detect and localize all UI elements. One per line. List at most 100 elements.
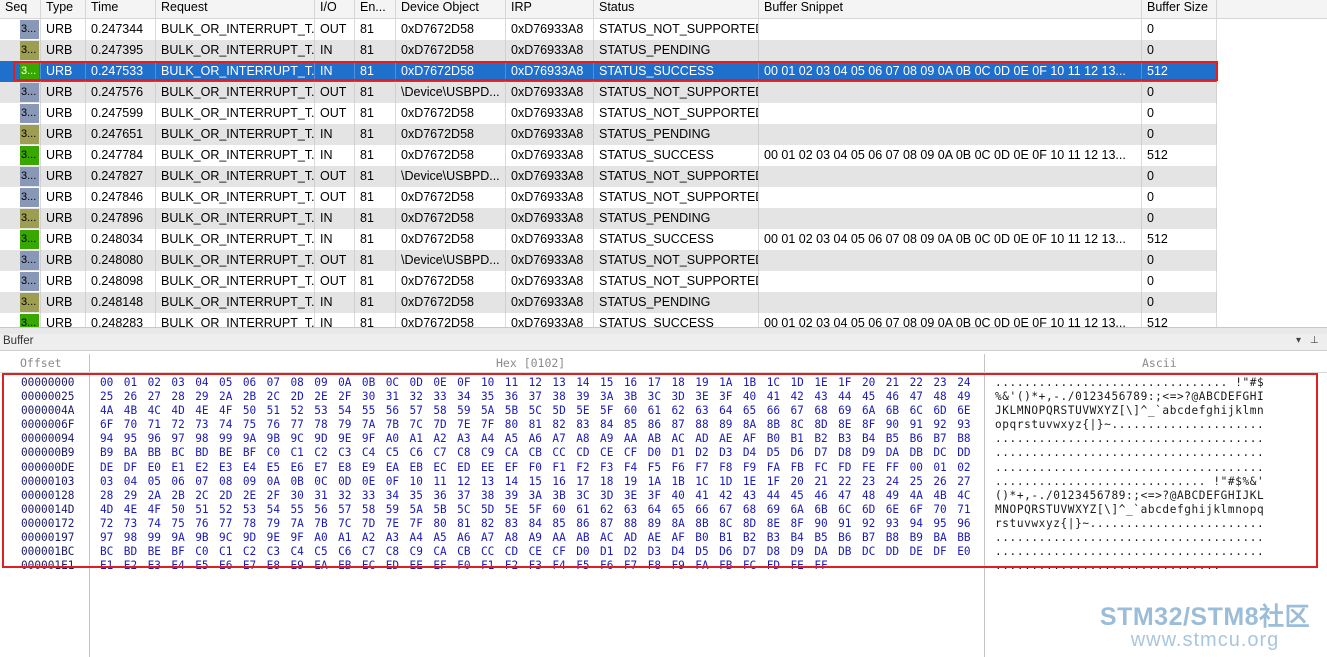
hex-byte[interactable]: 52 xyxy=(290,404,303,418)
hex-byte[interactable]: AE xyxy=(648,531,661,545)
hex-byte[interactable]: 8E xyxy=(767,517,780,531)
hex-byte[interactable]: F8 xyxy=(648,559,661,573)
hex-byte[interactable]: 4F xyxy=(219,404,232,418)
hex-byte[interactable]: D4 xyxy=(743,446,756,460)
hex-byte[interactable]: 79 xyxy=(267,517,280,531)
hex-byte[interactable]: D0 xyxy=(648,446,661,460)
hex-byte[interactable]: 41 xyxy=(695,489,708,503)
hex-byte[interactable]: 3B xyxy=(624,390,637,404)
hex-byte[interactable]: 50 xyxy=(171,503,184,517)
hex-byte[interactable]: 9A xyxy=(171,531,184,545)
hex-byte[interactable]: B6 xyxy=(910,432,923,446)
hex-byte[interactable]: 7B xyxy=(314,517,327,531)
hex-byte[interactable]: E8 xyxy=(338,461,351,475)
hex-byte[interactable]: 4C xyxy=(148,404,161,418)
hex-byte[interactable]: 6D xyxy=(933,404,946,418)
hex-byte[interactable]: FE xyxy=(862,461,875,475)
hex-byte[interactable]: 62 xyxy=(671,404,684,418)
hex-byte[interactable]: 12 xyxy=(529,376,542,390)
hex-byte[interactable]: 94 xyxy=(910,517,923,531)
hex-byte[interactable]: 5F xyxy=(529,503,542,517)
hex-byte[interactable]: B7 xyxy=(933,432,946,446)
hex-byte[interactable]: 65 xyxy=(743,404,756,418)
hex-byte[interactable]: 29 xyxy=(195,390,208,404)
hex-byte[interactable]: 60 xyxy=(624,404,637,418)
hex-byte[interactable]: 7F xyxy=(410,517,423,531)
hex-byte[interactable]: AD xyxy=(695,432,708,446)
hex-byte[interactable]: 80 xyxy=(433,517,446,531)
hex-byte[interactable]: C2 xyxy=(314,446,327,460)
hex-byte[interactable]: 8F xyxy=(862,418,875,432)
hex-byte[interactable]: A3 xyxy=(457,432,470,446)
hex-byte[interactable]: DE xyxy=(100,461,113,475)
hex-byte[interactable]: 98 xyxy=(124,531,137,545)
hex-byte[interactable]: 4B xyxy=(124,404,137,418)
hex-byte[interactable]: F5 xyxy=(576,559,589,573)
hex-byte[interactable]: 22 xyxy=(910,376,923,390)
column-header-endpoint[interactable]: En... xyxy=(355,0,396,19)
hex-byte[interactable]: C6 xyxy=(410,446,423,460)
hex-byte[interactable]: 6A xyxy=(862,404,875,418)
hex-byte[interactable]: 21 xyxy=(886,376,899,390)
hex-byte[interactable]: 49 xyxy=(957,390,970,404)
hex-byte[interactable]: DA xyxy=(886,446,899,460)
hex-byte[interactable]: 36 xyxy=(505,390,518,404)
table-row[interactable]: 3... URB 0.247827 BULK_OR_INTERRUPT_T... OUT… xyxy=(0,166,1217,187)
hex-byte[interactable]: DF xyxy=(124,461,137,475)
hex-byte[interactable]: C2 xyxy=(243,545,256,559)
table-row[interactable]: 3... URB 0.247896 BULK_OR_INTERRUPT_T... IN 8… xyxy=(0,208,1217,229)
table-row[interactable]: 3... URB 0.247533 BULK_OR_INTERRUPT_T... IN 8… xyxy=(0,61,1217,82)
hex-byte[interactable]: 8A xyxy=(743,418,756,432)
hex-byte[interactable]: 78 xyxy=(243,517,256,531)
table-row[interactable]: 3... URB 0.248098 BULK_OR_INTERRUPT_T... OUT… xyxy=(0,271,1217,292)
hex-byte[interactable]: 88 xyxy=(624,517,637,531)
hex-byte[interactable]: C9 xyxy=(410,545,423,559)
hex-byte[interactable]: 06 xyxy=(171,475,184,489)
hex-byte[interactable]: 38 xyxy=(481,489,494,503)
hex-byte[interactable]: FD xyxy=(767,559,780,573)
hex-byte[interactable]: 4E xyxy=(124,503,137,517)
hex-byte[interactable]: 72 xyxy=(171,418,184,432)
hex-byte[interactable]: D1 xyxy=(600,545,613,559)
hex-byte[interactable]: 9F xyxy=(362,432,375,446)
hex-byte[interactable]: B9 xyxy=(910,531,923,545)
hex-byte[interactable]: 01 xyxy=(124,376,137,390)
hex-byte[interactable]: 76 xyxy=(195,517,208,531)
hex-byte[interactable]: AB xyxy=(576,531,589,545)
hex-byte[interactable]: 66 xyxy=(767,404,780,418)
hex-byte[interactable]: 45 xyxy=(862,390,875,404)
hex-byte[interactable]: 43 xyxy=(743,489,756,503)
hex-byte[interactable]: 30 xyxy=(362,390,375,404)
hex-byte[interactable]: F4 xyxy=(624,461,637,475)
hex-byte[interactable]: 4F xyxy=(148,503,161,517)
hex-byte[interactable]: 9D xyxy=(243,531,256,545)
hex-byte[interactable]: EC xyxy=(362,559,375,573)
hex-byte[interactable]: E9 xyxy=(362,461,375,475)
hex-byte[interactable]: 7D xyxy=(362,517,375,531)
hex-byte[interactable]: 73 xyxy=(195,418,208,432)
hex-byte[interactable]: 69 xyxy=(767,503,780,517)
hex-byte[interactable]: 28 xyxy=(171,390,184,404)
hex-byte[interactable]: C8 xyxy=(386,545,399,559)
hex-byte[interactable]: B0 xyxy=(767,432,780,446)
hex-byte[interactable]: 55 xyxy=(290,503,303,517)
hex-byte[interactable]: 56 xyxy=(386,404,399,418)
hex-byte[interactable]: 93 xyxy=(957,418,970,432)
hex-byte[interactable]: F3 xyxy=(529,559,542,573)
hex-byte[interactable]: 2F xyxy=(267,489,280,503)
hex-byte[interactable]: 8D xyxy=(743,517,756,531)
hex-byte[interactable]: 11 xyxy=(433,475,446,489)
hex-byte[interactable]: 7D xyxy=(433,418,446,432)
hex-byte[interactable]: CF xyxy=(624,446,637,460)
hex-byte[interactable]: 36 xyxy=(433,489,446,503)
hex-byte[interactable]: CC xyxy=(552,446,565,460)
hex-byte[interactable]: 5D xyxy=(552,404,565,418)
hex-byte[interactable]: 1C xyxy=(695,475,708,489)
hex-byte[interactable]: AC xyxy=(671,432,684,446)
hex-byte[interactable]: 39 xyxy=(505,489,518,503)
hex-byte[interactable]: E0 xyxy=(148,461,161,475)
hex-byte[interactable]: C3 xyxy=(338,446,351,460)
hex-byte[interactable]: 33 xyxy=(433,390,446,404)
hex-byte[interactable]: 3B xyxy=(552,489,565,503)
hex-byte[interactable]: DD xyxy=(886,545,899,559)
